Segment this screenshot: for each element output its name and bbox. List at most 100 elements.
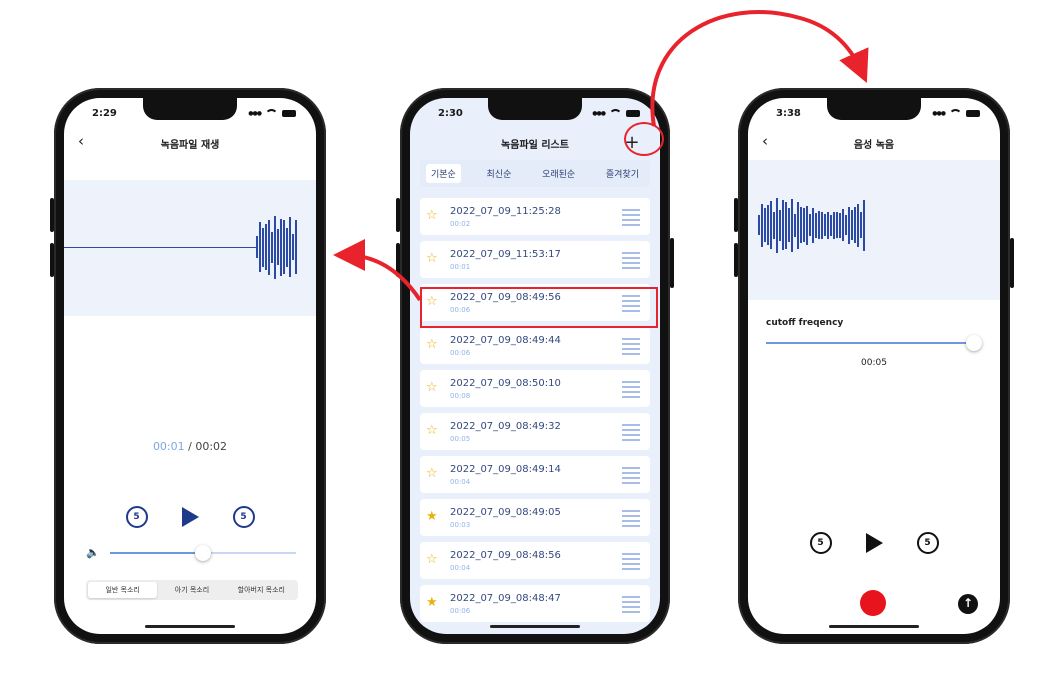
waveform-baseline bbox=[64, 247, 256, 248]
cutoff-label: cutoff freqency bbox=[766, 318, 844, 328]
star-outline-icon[interactable]: ☆ bbox=[426, 423, 438, 438]
waveform-bar bbox=[809, 214, 811, 236]
home-indicator bbox=[490, 625, 580, 628]
recording-duration: 00:02 bbox=[450, 220, 471, 228]
waveform-bar bbox=[280, 218, 282, 276]
waveform-bar bbox=[797, 201, 799, 249]
side-button bbox=[734, 243, 738, 277]
voice-selector: 일반 목소리 아기 목소리 할아버지 목소리 bbox=[86, 580, 298, 600]
waveform-bar bbox=[836, 212, 838, 238]
waveform-bar bbox=[286, 227, 288, 267]
star-outline-icon[interactable]: ☆ bbox=[426, 251, 438, 266]
forward-5-button[interactable]: 5 bbox=[916, 532, 939, 554]
recording-name: 2022_07_09_11:53:17 bbox=[450, 249, 561, 260]
drag-handle-icon[interactable] bbox=[622, 381, 640, 401]
waveform-bar bbox=[283, 220, 285, 274]
upload-icon[interactable]: ↑ bbox=[958, 594, 978, 614]
voice-option[interactable]: 아기 목소리 bbox=[157, 582, 226, 598]
star-outline-icon[interactable]: ☆ bbox=[426, 380, 438, 395]
drag-handle-icon[interactable] bbox=[622, 510, 640, 530]
recording-duration: 00:04 bbox=[450, 478, 471, 486]
waveform-bar bbox=[770, 201, 772, 249]
waveform-bar bbox=[761, 203, 763, 247]
recording-item[interactable]: ☆ 2022_07_09_08:49:14 00:04 bbox=[420, 456, 650, 493]
recording-duration: 00:05 bbox=[450, 435, 471, 443]
waveform-bar bbox=[788, 208, 790, 242]
cutoff-thumb[interactable] bbox=[966, 335, 982, 351]
waveform-bar bbox=[262, 227, 264, 267]
highlight-box-recording bbox=[420, 287, 658, 328]
drag-handle-icon[interactable] bbox=[622, 209, 640, 229]
play-button[interactable] bbox=[865, 533, 883, 553]
notch bbox=[827, 98, 921, 120]
waveform-bar bbox=[818, 211, 820, 239]
waveform-bar bbox=[271, 231, 273, 263]
recording-item[interactable]: ★ 2022_07_09_08:48:47 00:06 bbox=[420, 585, 650, 622]
drag-handle-icon[interactable] bbox=[622, 467, 640, 487]
volume-thumb[interactable] bbox=[194, 544, 211, 561]
forward-5-button[interactable]: 5 bbox=[232, 506, 255, 528]
drag-handle-icon[interactable] bbox=[622, 596, 640, 616]
waveform-bar bbox=[845, 215, 847, 235]
drag-handle-icon[interactable] bbox=[622, 338, 640, 358]
voice-option[interactable]: 일반 목소리 bbox=[88, 582, 158, 598]
recording-name: 2022_07_09_11:25:28 bbox=[450, 206, 561, 217]
notch bbox=[488, 98, 582, 120]
side-button bbox=[1010, 238, 1014, 288]
recording-playback-controls: 5 5 bbox=[748, 532, 1000, 554]
recording-name: 2022_07_09_08:49:14 bbox=[450, 464, 561, 475]
waveform-bar bbox=[827, 211, 829, 239]
record-button[interactable] bbox=[860, 590, 886, 616]
star-outline-icon[interactable]: ☆ bbox=[426, 208, 438, 223]
waveform-bar bbox=[292, 234, 294, 260]
star-filled-icon[interactable]: ★ bbox=[426, 595, 438, 610]
side-button bbox=[396, 243, 400, 277]
sort-tab[interactable]: 오래된순 bbox=[537, 164, 580, 183]
waveform-panel bbox=[748, 160, 1000, 300]
waveform-bar bbox=[277, 229, 279, 265]
drag-handle-icon[interactable] bbox=[622, 424, 640, 444]
waveform-bar bbox=[812, 207, 814, 243]
drag-handle-icon[interactable] bbox=[622, 553, 640, 573]
home-indicator bbox=[829, 625, 919, 628]
star-outline-icon[interactable]: ☆ bbox=[426, 466, 438, 481]
rewind-5-button[interactable]: 5 bbox=[809, 532, 832, 554]
recording-item[interactable]: ★ 2022_07_09_08:49:05 00:03 bbox=[420, 499, 650, 536]
waveform-bar bbox=[776, 197, 778, 253]
recording-name: 2022_07_09_08:48:47 bbox=[450, 593, 561, 604]
star-outline-icon[interactable]: ☆ bbox=[426, 552, 438, 567]
volume-slider[interactable] bbox=[109, 544, 296, 561]
waveform-bar bbox=[779, 209, 781, 241]
waveform-bar bbox=[863, 199, 865, 251]
side-button bbox=[50, 198, 54, 232]
waveform-bar bbox=[821, 211, 823, 239]
side-button bbox=[396, 198, 400, 232]
rewind-5-button[interactable]: 5 bbox=[125, 506, 148, 528]
waveform-bar bbox=[842, 209, 844, 241]
voice-option[interactable]: 할아버지 목소리 bbox=[227, 582, 296, 598]
recording-item[interactable]: ☆ 2022_07_09_08:48:56 00:04 bbox=[420, 542, 650, 579]
cutoff-fill bbox=[766, 342, 974, 344]
recording-item[interactable]: ☆ 2022_07_09_08:49:32 00:05 bbox=[420, 413, 650, 450]
play-button[interactable] bbox=[181, 507, 199, 527]
recording-item[interactable]: ☆ 2022_07_09_08:50:10 00:08 bbox=[420, 370, 650, 407]
cutoff-slider[interactable] bbox=[766, 335, 982, 351]
side-button bbox=[50, 243, 54, 277]
recording-item[interactable]: ☆ 2022_07_09_11:25:28 00:02 bbox=[420, 198, 650, 235]
sort-tab[interactable]: 즐겨찾기 bbox=[601, 164, 644, 183]
status-time: 2:29 bbox=[92, 108, 117, 119]
star-filled-icon[interactable]: ★ bbox=[426, 509, 438, 524]
recording-item[interactable]: ☆ 2022_07_09_11:53:17 00:01 bbox=[420, 241, 650, 278]
sort-tab[interactable]: 기본순 bbox=[426, 164, 461, 183]
status-time: 2:30 bbox=[438, 108, 463, 119]
drag-handle-icon[interactable] bbox=[622, 252, 640, 272]
recording-name: 2022_07_09_08:49:05 bbox=[450, 507, 561, 518]
star-outline-icon[interactable]: ☆ bbox=[426, 337, 438, 352]
signal-icon: ●●● bbox=[592, 109, 606, 117]
playback-time: 00:01 / 00:02 bbox=[64, 440, 316, 453]
sort-tab[interactable]: 최신순 bbox=[482, 164, 517, 183]
recording-duration: 00:04 bbox=[450, 564, 471, 572]
waveform-bar bbox=[803, 208, 805, 242]
recording-list: ☆ 2022_07_09_11:25:28 00:02 ☆ 2022_07_09_11:… bbox=[420, 198, 650, 628]
recording-item[interactable]: ☆ 2022_07_09_08:49:44 00:06 bbox=[420, 327, 650, 364]
